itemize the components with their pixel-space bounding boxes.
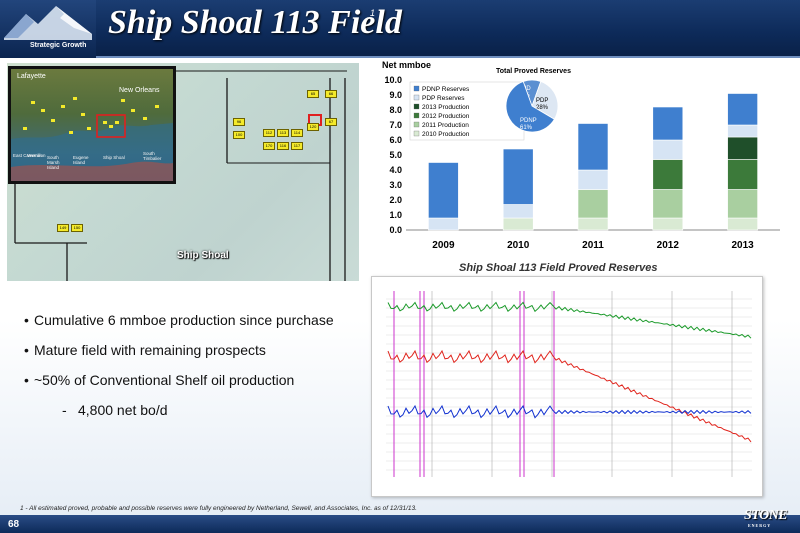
legend-label: 2010 Production	[422, 131, 470, 138]
bullet-item: • ~50% of Conventional Shelf oil producti…	[24, 372, 295, 388]
pie-slice-value: 61%	[520, 125, 533, 131]
y-tick-label: 1.0	[389, 210, 402, 220]
bar-segment	[727, 93, 758, 126]
inset-label-south-timbalier: South Timbalier	[143, 151, 162, 161]
inset-label-lafayette: Lafayette	[17, 73, 46, 80]
bar-segment	[577, 217, 609, 231]
x-tick-label: 2012	[657, 240, 680, 251]
page-title: Ship Shoal 113 Field	[108, 4, 402, 41]
inset-label-ship-shoal: Ship Shoal	[103, 155, 125, 160]
bar-segment	[727, 189, 758, 219]
ship-shoal-map-label: Ship Shoal	[177, 250, 229, 261]
bar-segment	[652, 159, 684, 190]
stone-energy-logo: STONE ENERGY	[744, 508, 788, 528]
chart-title: Total Proved Reserves	[496, 68, 571, 75]
x-tick-label: 2009	[432, 240, 455, 251]
y-tick-label: 10.0	[384, 75, 402, 85]
legend-label: PDP Reserves	[422, 95, 465, 102]
production-trace	[387, 349, 752, 443]
logo-caption: Strategic Growth	[30, 42, 87, 49]
bar-segment	[502, 148, 534, 205]
bar-segment	[577, 189, 609, 219]
legend-swatch	[413, 103, 420, 110]
y-tick-label: 7.0	[389, 120, 402, 130]
mountain-logo-icon	[4, 6, 92, 40]
legend-swatch	[413, 94, 420, 101]
production-plot-svg	[386, 291, 752, 477]
y-tick-label: 5.0	[389, 150, 402, 160]
legend-label: 2011 Production	[422, 122, 469, 129]
footnote: 1 - All estimated proved, probable and p…	[20, 505, 417, 512]
bullet-item: • Cumulative 6 mmboe production since pur…	[24, 312, 334, 328]
bullet-item: • Mature field with remaining prospects	[24, 342, 266, 358]
bar-segment	[577, 123, 609, 171]
legend-swatch	[413, 121, 420, 128]
production-history-plot	[371, 276, 763, 497]
bar-segment	[727, 136, 758, 160]
bar-segment	[727, 124, 758, 138]
legend-swatch	[413, 130, 420, 137]
bullet-list: • Cumulative 6 mmboe production since pur…	[24, 312, 364, 418]
bar-segment	[727, 217, 758, 231]
reserves-chart: Net mmboe 0.0 1.0 2.0 3.0 4.0 5.0 6.0 7.0 8.0 9.0…	[370, 58, 790, 268]
pie-slice-label: PDNP	[520, 118, 537, 124]
strategic-growth-logo: Strategic Growth	[0, 0, 96, 58]
slide: Strategic Growth Ship Shoal 113 Field 1 …	[0, 0, 800, 533]
legend-swatch	[413, 112, 420, 119]
bar-segment	[428, 217, 459, 231]
chart-caption: Ship Shoal 113 Field Proved Reserves	[459, 262, 658, 274]
y-tick-label: 3.0	[389, 180, 402, 190]
page-number: 68	[8, 519, 20, 530]
y-tick-label: 4.0	[389, 165, 402, 175]
inset-label-vermilion: Vermilion	[27, 153, 46, 158]
legend-label: PDNP Reserves	[422, 86, 470, 93]
inset-label-eugene-island: Eugene Island	[73, 155, 89, 165]
inset-label-new-orleans: New Orleans	[119, 87, 160, 94]
pie-slice-label: PDP	[536, 98, 548, 104]
footer-bar	[0, 515, 800, 533]
bar-segment	[652, 139, 684, 160]
sub-bullet-item: -4,800 net bo/d	[62, 402, 168, 418]
reserves-bar-chart: 0.0 1.0 2.0 3.0 4.0 5.0 6.0 7.0 8.0 9.0 10.0 2009 20…	[384, 75, 780, 251]
y-tick-label: 9.0	[389, 90, 402, 100]
bar-segment	[652, 217, 684, 231]
bar-segment	[502, 217, 534, 231]
legend-swatch	[413, 85, 420, 92]
y-tick-label: 8.0	[389, 105, 402, 115]
bar-segment	[727, 159, 758, 190]
y-tick-label: 0.0	[389, 225, 402, 235]
y-tick-label: 6.0	[389, 135, 402, 145]
bar-segment	[652, 189, 684, 219]
bar-segment	[577, 169, 609, 190]
inset-label-south-marsh-island: South Marsh Island	[47, 155, 60, 170]
gulf-coast-inset-map: Lafayette New Orleans East Cameron Vermi…	[8, 66, 176, 184]
bar-segment	[428, 162, 459, 219]
title-footnote-marker: 1	[370, 8, 376, 18]
legend-label: 2012 Production	[422, 113, 470, 120]
x-tick-label: 2011	[582, 240, 604, 251]
bar-segment	[502, 204, 534, 219]
y-tick-label: 2.0	[389, 195, 402, 205]
x-tick-label: 2013	[731, 240, 754, 251]
x-tick-label: 2010	[507, 240, 530, 251]
legend-label: 2013 Production	[422, 104, 470, 111]
bar-segment	[652, 106, 684, 141]
